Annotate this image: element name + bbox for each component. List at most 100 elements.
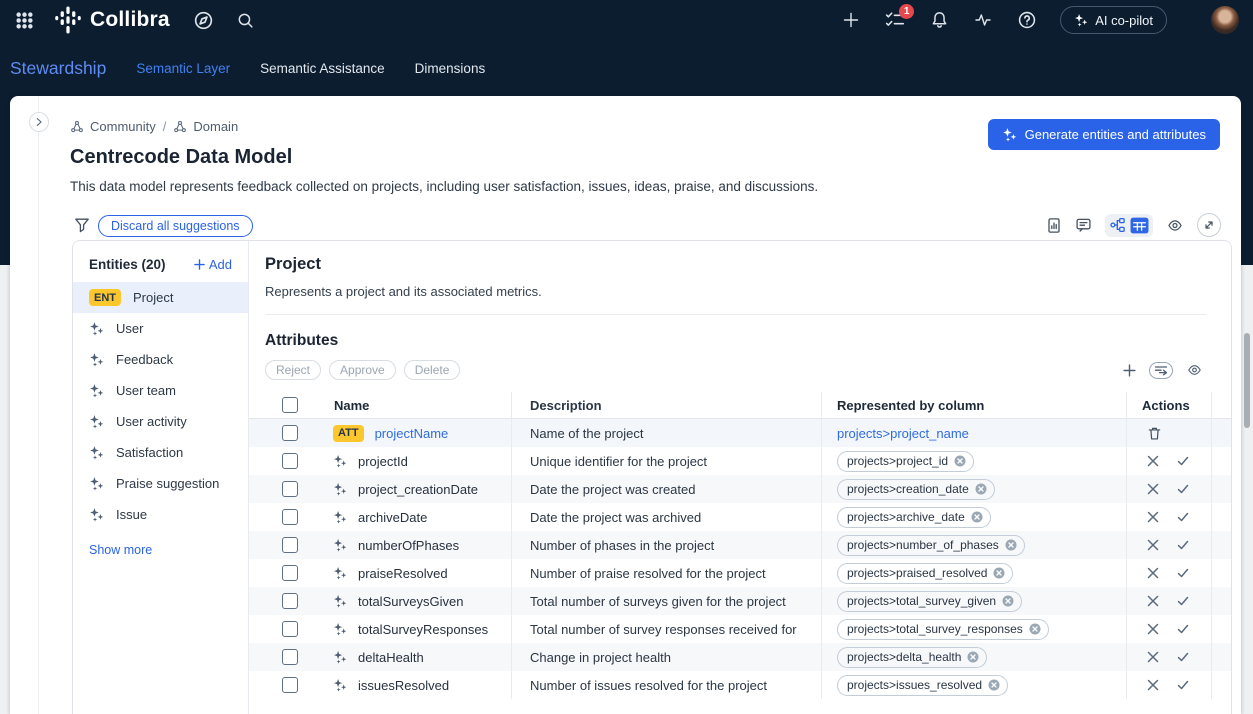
ai-suggestion-icon xyxy=(333,482,347,496)
entity-item-issue[interactable]: Issue xyxy=(73,499,248,530)
attribute-name-link[interactable]: projectName xyxy=(375,426,449,441)
notifications-icon[interactable] xyxy=(931,11,948,29)
reject-suggestion-icon[interactable] xyxy=(1147,455,1159,467)
column-chip[interactable]: projects>creation_date xyxy=(837,479,995,500)
approve-suggestion-icon[interactable] xyxy=(1176,454,1190,468)
section-title[interactable]: Stewardship xyxy=(10,58,106,79)
comments-icon[interactable] xyxy=(1075,217,1092,233)
row-checkbox[interactable] xyxy=(282,677,298,693)
reject-suggestion-icon[interactable] xyxy=(1147,483,1159,495)
remove-chip-icon[interactable] xyxy=(1005,539,1017,551)
delete-button[interactable]: Delete xyxy=(404,360,461,380)
apply-all-suggestions-button[interactable] xyxy=(1149,362,1173,379)
remove-chip-icon[interactable] xyxy=(993,567,1005,579)
activity-icon[interactable] xyxy=(974,12,992,28)
add-attribute-icon[interactable] xyxy=(1123,364,1136,377)
filter-icon[interactable] xyxy=(74,217,90,233)
entity-item-project[interactable]: ENT Project xyxy=(73,282,248,313)
page-scrollbar[interactable] xyxy=(1244,333,1250,428)
view-toolbar xyxy=(1046,213,1221,237)
tab-semantic-layer[interactable]: Semantic Layer xyxy=(136,61,230,76)
collibra-logo[interactable]: Collibra xyxy=(53,5,170,35)
column-chip[interactable]: projects>total_survey_responses xyxy=(837,619,1049,640)
reject-suggestion-icon[interactable] xyxy=(1147,651,1159,663)
entity-item-user[interactable]: User xyxy=(73,313,248,344)
ai-copilot-button[interactable]: AI co-pilot xyxy=(1060,6,1167,34)
create-icon[interactable] xyxy=(843,12,859,28)
breadcrumb-domain[interactable]: Domain xyxy=(173,119,238,134)
row-checkbox[interactable] xyxy=(282,649,298,665)
app-launcher-icon[interactable] xyxy=(16,12,33,29)
delete-attribute-icon[interactable] xyxy=(1147,426,1162,441)
diagram-view-icon[interactable] xyxy=(1109,217,1126,233)
generate-entities-button[interactable]: Generate entities and attributes xyxy=(988,119,1220,150)
row-checkbox[interactable] xyxy=(282,425,298,441)
column-chip[interactable]: projects>total_survey_given xyxy=(837,591,1022,612)
reject-suggestion-icon[interactable] xyxy=(1147,679,1159,691)
row-checkbox[interactable] xyxy=(282,537,298,553)
entity-item-feedback[interactable]: Feedback xyxy=(73,344,248,375)
user-avatar[interactable] xyxy=(1211,6,1239,34)
reject-suggestion-icon[interactable] xyxy=(1147,511,1159,523)
entity-item-user-activity[interactable]: User activity xyxy=(73,406,248,437)
remove-chip-icon[interactable] xyxy=(971,511,983,523)
add-entity-button[interactable]: Add xyxy=(194,257,232,272)
column-chip[interactable]: projects>issues_resolved xyxy=(837,675,1008,696)
remove-chip-icon[interactable] xyxy=(1029,623,1041,635)
table-row: project_creationDate Date the project wa… xyxy=(249,475,1231,503)
column-chip[interactable]: projects>archive_date xyxy=(837,507,991,528)
column-chip[interactable]: projects>project_id xyxy=(837,451,974,472)
show-more-link[interactable]: Show more xyxy=(89,543,232,557)
approve-suggestion-icon[interactable] xyxy=(1176,538,1190,552)
discard-suggestions-button[interactable]: Discard all suggestions xyxy=(98,215,253,237)
select-all-checkbox[interactable] xyxy=(282,397,298,413)
help-icon[interactable] xyxy=(1018,11,1036,29)
ai-suggestion-icon xyxy=(89,352,104,367)
column-chip[interactable]: projects>praised_resolved xyxy=(837,563,1013,584)
approve-suggestion-icon[interactable] xyxy=(1176,594,1190,608)
entity-detail: Project Represents a project and its ass… xyxy=(249,241,1231,714)
approve-suggestion-icon[interactable] xyxy=(1176,622,1190,636)
entity-item-praise-suggestion[interactable]: Praise suggestion xyxy=(73,468,248,499)
reject-suggestion-icon[interactable] xyxy=(1147,567,1159,579)
row-checkbox[interactable] xyxy=(282,509,298,525)
remove-chip-icon[interactable] xyxy=(954,455,966,467)
approve-suggestion-icon[interactable] xyxy=(1176,678,1190,692)
row-checkbox[interactable] xyxy=(282,593,298,609)
visibility-icon[interactable] xyxy=(1186,363,1203,377)
preview-icon[interactable] xyxy=(1166,218,1184,233)
fullscreen-button[interactable] xyxy=(1197,213,1221,237)
remove-chip-icon[interactable] xyxy=(975,483,987,495)
row-checkbox[interactable] xyxy=(282,621,298,637)
explore-icon[interactable] xyxy=(194,11,213,30)
approve-suggestion-icon[interactable] xyxy=(1176,566,1190,580)
column-link[interactable]: projects>project_name xyxy=(837,426,969,441)
column-chip[interactable]: projects>number_of_phases xyxy=(837,535,1025,556)
approve-suggestion-icon[interactable] xyxy=(1176,650,1190,664)
remove-chip-icon[interactable] xyxy=(988,679,1000,691)
entity-item-satisfaction[interactable]: Satisfaction xyxy=(73,437,248,468)
approve-suggestion-icon[interactable] xyxy=(1176,482,1190,496)
tab-dimensions[interactable]: Dimensions xyxy=(415,61,486,76)
remove-chip-icon[interactable] xyxy=(967,651,979,663)
approve-suggestion-icon[interactable] xyxy=(1176,510,1190,524)
attribute-name: archiveDate xyxy=(358,510,427,525)
row-checkbox[interactable] xyxy=(282,565,298,581)
row-checkbox[interactable] xyxy=(282,453,298,469)
table-view-icon[interactable] xyxy=(1130,217,1149,234)
reject-suggestion-icon[interactable] xyxy=(1147,623,1159,635)
search-icon[interactable] xyxy=(237,12,254,29)
approve-button[interactable]: Approve xyxy=(329,360,396,380)
expand-panel-button[interactable] xyxy=(29,112,49,132)
column-chip[interactable]: projects>delta_health xyxy=(837,647,987,668)
tasks-button[interactable]: 1 xyxy=(885,11,905,29)
reject-suggestion-icon[interactable] xyxy=(1147,539,1159,551)
report-icon[interactable] xyxy=(1046,217,1062,234)
row-checkbox[interactable] xyxy=(282,481,298,497)
entity-item-user-team[interactable]: User team xyxy=(73,375,248,406)
reject-button[interactable]: Reject xyxy=(265,360,321,380)
remove-chip-icon[interactable] xyxy=(1002,595,1014,607)
reject-suggestion-icon[interactable] xyxy=(1147,595,1159,607)
tab-semantic-assistance[interactable]: Semantic Assistance xyxy=(260,61,385,76)
breadcrumb-community[interactable]: Community xyxy=(70,119,156,134)
